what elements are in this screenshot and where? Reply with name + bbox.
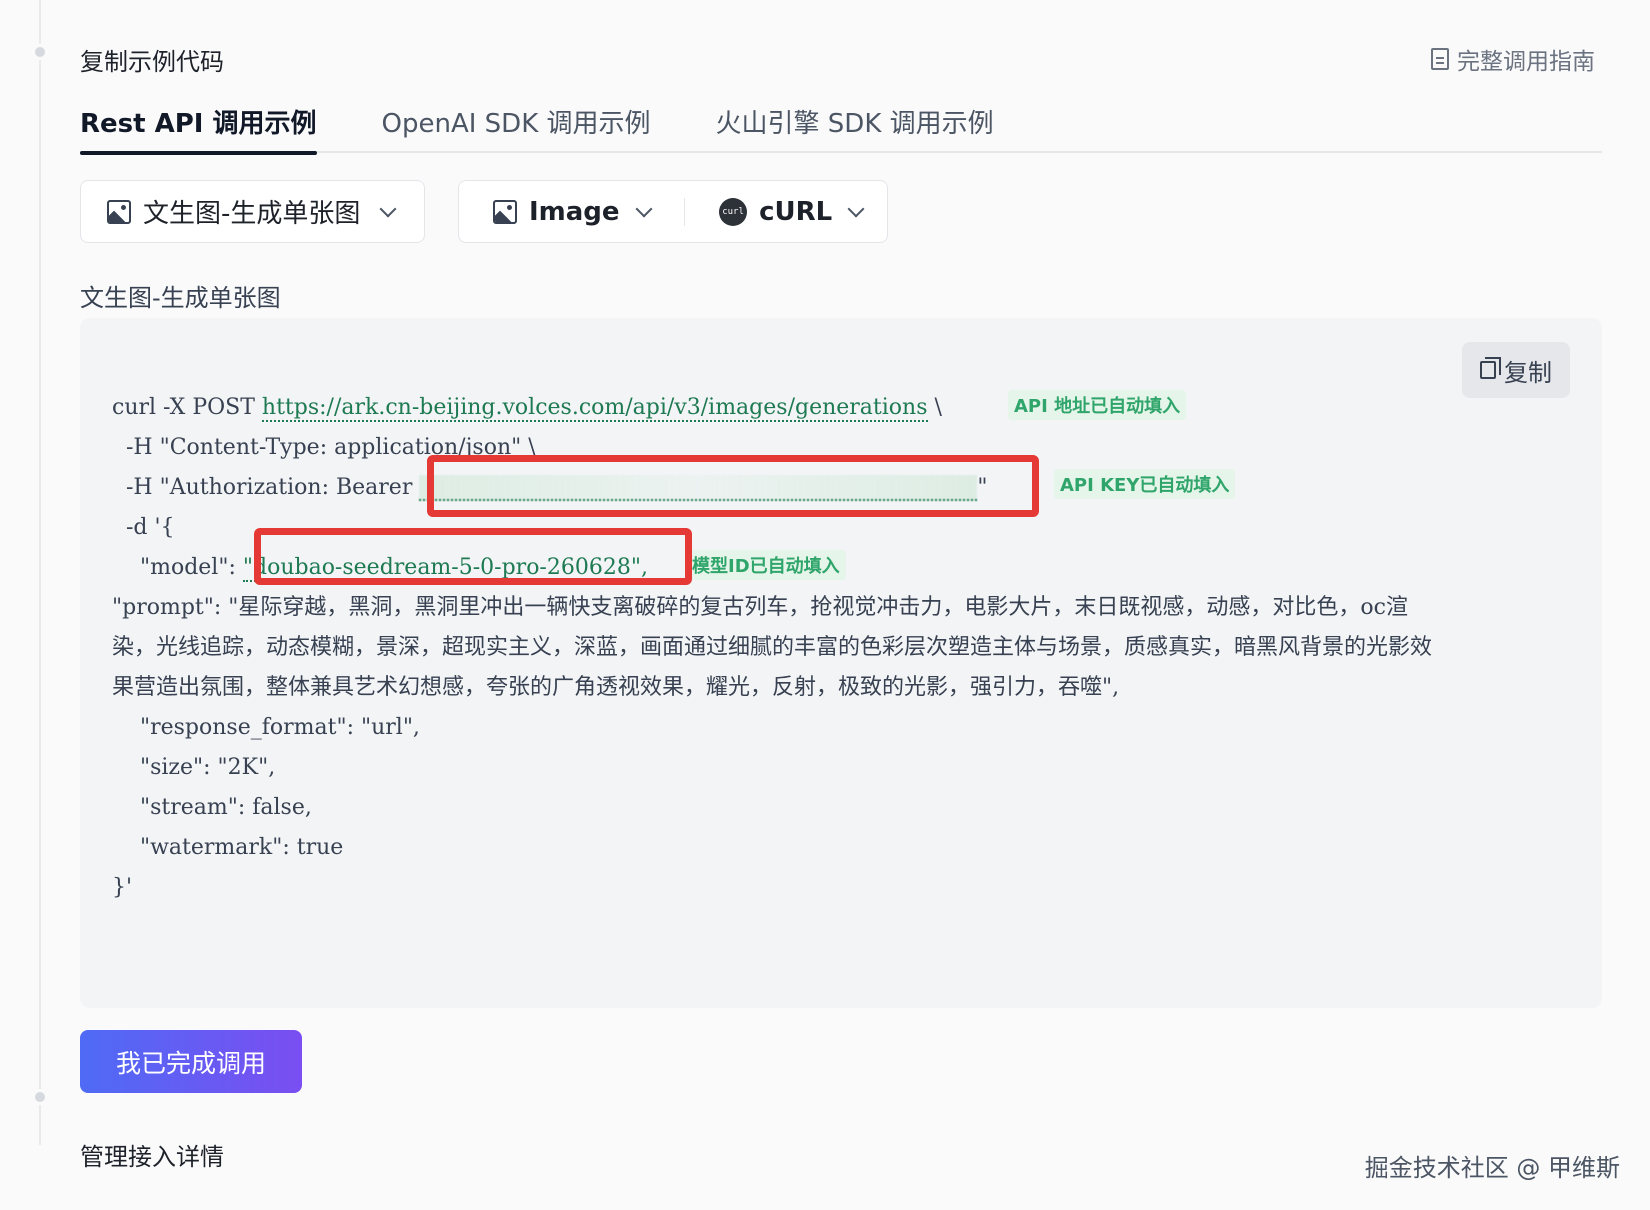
annotation-model-id: 模型ID已自动填入 [686, 550, 846, 580]
select-divider [683, 197, 686, 226]
chevron-down-icon [379, 200, 397, 217]
scenario-select[interactable]: 文生图-生成单张图 [80, 180, 425, 243]
code-section-label: 文生图-生成单张图 [80, 284, 281, 312]
done-calling-button[interactable]: 我已完成调用 [80, 1030, 302, 1093]
step-title-manage-access: 管理接入详情 [80, 1143, 224, 1171]
chevron-down-icon [635, 200, 653, 217]
code-prompt-line: "prompt": "星际穿越，黑洞，黑洞里冲出一辆快支离破碎的复古列车，抢视觉… [112, 595, 1433, 700]
code-line: }' [112, 875, 133, 900]
code-panel: 复制 curl -X POST https://ark.cn-beijing.v… [80, 318, 1602, 1008]
step-title-copy-code: 复制示例代码 [80, 48, 224, 76]
code-text: "model": [112, 555, 243, 580]
full-guide-link[interactable]: 完整调用指南 [1431, 42, 1595, 76]
code-text: -H "Authorization: Bearer [112, 475, 420, 500]
example-tabs: Rest API 调用示例 OpenAI SDK 调用示例 火山引擎 SDK 调… [80, 95, 1602, 155]
output-type-value: Image [529, 196, 620, 227]
code-text: \ [927, 395, 942, 420]
copy-icon [1480, 357, 1501, 379]
code-line: "response_format": "url", [112, 715, 420, 740]
timeline-dot-step2 [32, 1089, 48, 1105]
image-icon [493, 199, 517, 224]
api-url[interactable]: https://ark.cn-beijing.volces.com/api/v3… [261, 395, 928, 422]
timeline-line [39, 0, 41, 1145]
curl-icon: curl [719, 197, 748, 226]
tab-rest-api[interactable]: Rest API 调用示例 [80, 95, 317, 155]
api-key-highlight-box [427, 455, 1039, 517]
output-type-select[interactable]: Image [493, 196, 653, 227]
code-line: curl -X POST https://ark.cn-beijing.volc… [112, 388, 1512, 428]
language-select[interactable]: curl cURL [719, 196, 865, 227]
tab-volcengine-sdk[interactable]: 火山引擎 SDK 调用示例 [716, 95, 994, 153]
code-line: "watermark": true [112, 835, 344, 860]
annotation-api-url: API 地址已自动填入 [1008, 390, 1187, 420]
language-value: cURL [759, 196, 833, 227]
code-line: "stream": false, [112, 795, 312, 820]
full-guide-label: 完整调用指南 [1457, 49, 1595, 75]
tab-openai-sdk[interactable]: OpenAI SDK 调用示例 [382, 95, 651, 153]
model-id-highlight-box [254, 528, 692, 585]
code-line: "size": "2K", [112, 755, 276, 780]
output-language-select-group: Image curl cURL [458, 180, 888, 243]
annotation-api-key: API KEY已自动填入 [1054, 469, 1236, 499]
code-text: curl -X POST [112, 395, 262, 420]
image-icon [107, 199, 131, 224]
chevron-down-icon [847, 200, 865, 217]
copy-button-label: 复制 [1504, 358, 1552, 387]
watermark-text: 掘金技术社区 @ 甲维斯 [1364, 1154, 1620, 1182]
document-icon [1431, 48, 1449, 70]
timeline-dot-step1 [32, 44, 48, 60]
scenario-select-value: 文生图-生成单张图 [143, 199, 361, 229]
